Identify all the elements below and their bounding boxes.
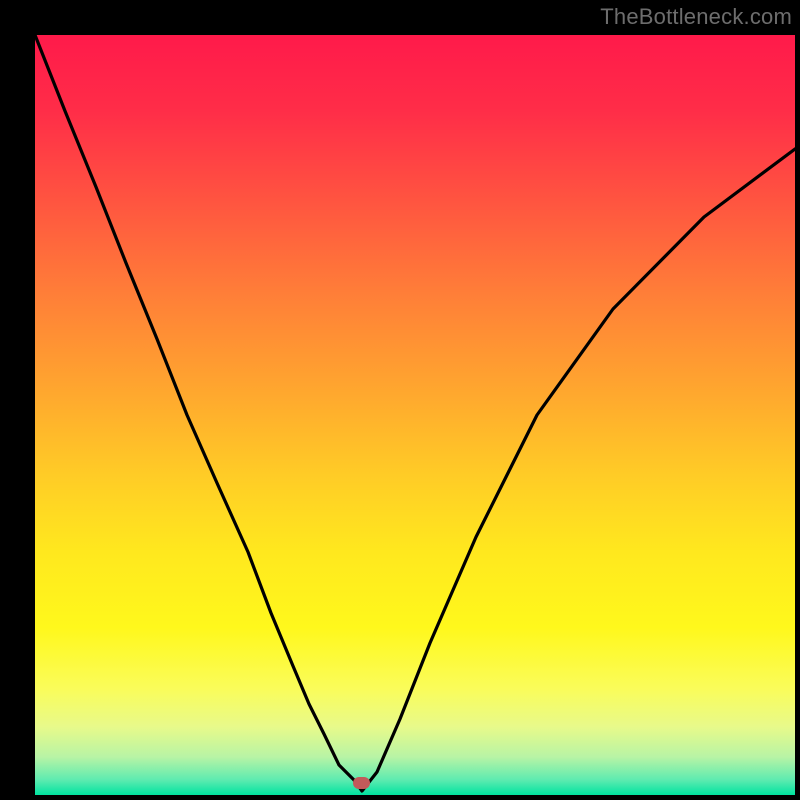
bottleneck-curve [35,35,795,795]
curve-path [35,35,795,791]
chart-container: TheBottleneck.com [0,0,800,800]
min-marker [353,777,370,789]
watermark-text: TheBottleneck.com [600,4,792,30]
plot-area [35,35,795,795]
